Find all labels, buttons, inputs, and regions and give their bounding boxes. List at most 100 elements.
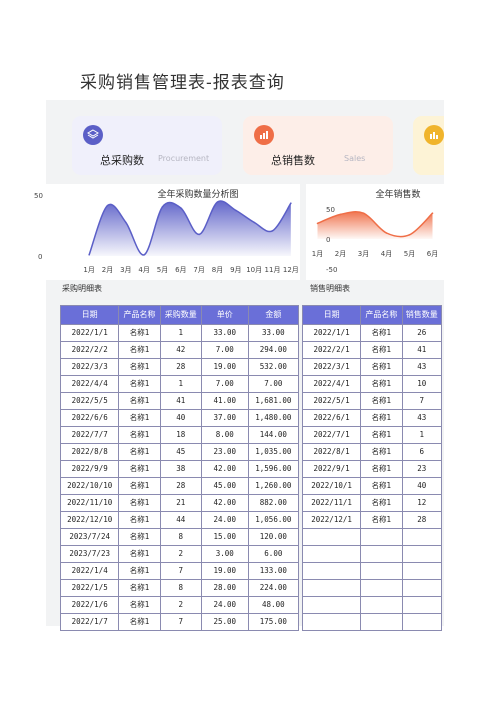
table-cell: 2022/9/1 bbox=[301, 460, 362, 478]
sales-col-header[interactable]: 产品名称 bbox=[360, 305, 403, 325]
table-row[interactable]: 2022/12/1 名称1 28 bbox=[301, 511, 442, 529]
table-cell: 名称1 bbox=[360, 358, 403, 376]
empty-row bbox=[301, 613, 442, 631]
sales-chart: 全年销售数 50 0 -50 1月 2月 3月 4月 5月 6月 bbox=[306, 184, 444, 280]
data-point bbox=[385, 232, 388, 234]
empty-row bbox=[301, 545, 442, 563]
purchase-col-header[interactable]: 单价 bbox=[200, 305, 249, 325]
card-third[interactable] bbox=[413, 116, 444, 175]
table-row[interactable]: 2022/6/6 名称1 40 37.00 1,480.00 bbox=[59, 409, 300, 427]
sales-col-header[interactable]: 日期 bbox=[301, 305, 362, 325]
table-row[interactable]: 2022/11/10 名称1 21 42.00 882.00 bbox=[59, 494, 300, 512]
empty-cell bbox=[301, 579, 362, 597]
table-cell: 名称1 bbox=[118, 409, 161, 427]
x-tick-label: 2月 bbox=[335, 250, 346, 258]
table-cell: 45.00 bbox=[200, 477, 249, 495]
table-row[interactable]: 2022/5/5 名称1 41 41.00 1,681.00 bbox=[59, 392, 300, 410]
table-cell: 37.00 bbox=[200, 409, 249, 427]
table-cell: 3.00 bbox=[200, 545, 249, 563]
table-cell: 名称1 bbox=[360, 375, 403, 393]
card-procurement[interactable]: 总采购数 Procurement bbox=[72, 116, 222, 175]
table-row[interactable]: 2022/1/1 名称1 1 33.00 33.00 bbox=[59, 324, 300, 342]
purchase-col-header[interactable]: 产品名称 bbox=[118, 305, 161, 325]
table-cell: 名称1 bbox=[118, 579, 161, 597]
table-cell: 144.00 bbox=[247, 426, 300, 444]
x-tick-label: 7月 bbox=[193, 266, 204, 274]
table-row[interactable]: 2022/1/7 名称1 7 25.00 175.00 bbox=[59, 613, 300, 631]
x-tick-label: 6月 bbox=[175, 266, 186, 274]
sales-col-header[interactable]: 销售数量 bbox=[401, 305, 442, 325]
table-cell: 名称1 bbox=[118, 392, 161, 410]
table-row[interactable]: 2023/7/24 名称1 8 15.00 120.00 bbox=[59, 528, 300, 546]
table-cell: 23 bbox=[401, 460, 442, 478]
table-row[interactable]: 2022/2/2 名称1 42 7.00 294.00 bbox=[59, 341, 300, 359]
table-cell: 224.00 bbox=[247, 579, 300, 597]
table-cell: 43 bbox=[401, 358, 442, 376]
table-cell: 24.00 bbox=[200, 511, 249, 529]
table-row[interactable]: 2022/9/1 名称1 23 bbox=[301, 460, 442, 478]
table-cell: 28 bbox=[159, 358, 202, 376]
table-row[interactable]: 2022/9/9 名称1 38 42.00 1,596.00 bbox=[59, 460, 300, 478]
empty-cell bbox=[301, 562, 362, 580]
table-cell: 45 bbox=[159, 443, 202, 461]
table-row[interactable]: 2022/3/1 名称1 43 bbox=[301, 358, 442, 376]
table-cell: 名称1 bbox=[118, 545, 161, 563]
y-tick-label: 50 bbox=[34, 192, 43, 200]
data-point bbox=[253, 221, 255, 224]
x-tick-label: 9月 bbox=[230, 266, 241, 274]
table-row[interactable]: 2022/3/3 名称1 28 19.00 532.00 bbox=[59, 358, 300, 376]
table-row[interactable]: 2023/7/23 名称1 2 3.00 6.00 bbox=[59, 545, 300, 563]
table-cell: 名称1 bbox=[118, 443, 161, 461]
purchase-table: 日期 产品名称 采购数量 单价 金额 2022/1/1 名称1 1 33.00 33.00 202… bbox=[59, 305, 300, 631]
table-cell: 21 bbox=[159, 494, 202, 512]
table-cell: 2022/1/1 bbox=[59, 324, 120, 342]
purchase-col-header[interactable]: 日期 bbox=[59, 305, 120, 325]
table-cell: 1,480.00 bbox=[247, 409, 300, 427]
table-row[interactable]: 2022/1/4 名称1 7 19.00 133.00 bbox=[59, 562, 300, 580]
table-row[interactable]: 2022/4/1 名称1 10 bbox=[301, 375, 442, 393]
table-row[interactable]: 2022/1/1 名称1 26 bbox=[301, 324, 442, 342]
table-row[interactable]: 2022/6/1 名称1 43 bbox=[301, 409, 442, 427]
table-row[interactable]: 2022/8/8 名称1 45 23.00 1,035.00 bbox=[59, 443, 300, 461]
data-point bbox=[180, 207, 182, 209]
table-row[interactable]: 2022/11/1 名称1 12 bbox=[301, 494, 442, 512]
table-cell: 6.00 bbox=[247, 545, 300, 563]
table-row[interactable]: 2022/7/7 名称1 18 8.00 144.00 bbox=[59, 426, 300, 444]
table-cell: 名称1 bbox=[118, 341, 161, 359]
table-row[interactable]: 2022/8/1 名称1 6 bbox=[301, 443, 442, 461]
table-row[interactable]: 2022/1/6 名称1 2 24.00 48.00 bbox=[59, 596, 300, 614]
x-tick-label: 8月 bbox=[212, 266, 223, 274]
table-row[interactable]: 2022/10/10 名称1 28 45.00 1,260.00 bbox=[59, 477, 300, 495]
table-cell: 26 bbox=[401, 324, 442, 342]
table-row[interactable]: 2022/4/4 名称1 1 7.00 7.00 bbox=[59, 375, 300, 393]
table-row[interactable]: 2022/2/1 名称1 41 bbox=[301, 341, 442, 359]
table-cell: 2022/2/1 bbox=[301, 341, 362, 359]
table-row[interactable]: 2022/12/10 名称1 44 24.00 1,056.00 bbox=[59, 511, 300, 529]
purchase-col-header[interactable]: 金额 bbox=[247, 305, 300, 325]
table-cell: 7.00 bbox=[200, 375, 249, 393]
table-cell: 名称1 bbox=[118, 324, 161, 342]
table-row[interactable]: 2022/10/1 名称1 40 bbox=[301, 477, 442, 495]
table-cell: 532.00 bbox=[247, 358, 300, 376]
x-tick-label: 5月 bbox=[157, 266, 168, 274]
table-row[interactable]: 2022/7/1 名称1 1 bbox=[301, 426, 442, 444]
table-cell: 15.00 bbox=[200, 528, 249, 546]
chart-title: 全年采购数量分析图 bbox=[157, 188, 238, 200]
table-cell: 2022/9/9 bbox=[59, 460, 120, 478]
empty-cell bbox=[360, 613, 403, 631]
purchase-col-header[interactable]: 采购数量 bbox=[159, 305, 202, 325]
x-tick-label: 10月 bbox=[246, 266, 262, 274]
table-cell: 2 bbox=[159, 545, 202, 563]
y-tick-label: -50 bbox=[326, 266, 337, 274]
table-row[interactable]: 2022/5/1 名称1 7 bbox=[301, 392, 442, 410]
x-tick-label: 4月 bbox=[138, 266, 149, 274]
table-cell: 2022/5/5 bbox=[59, 392, 120, 410]
table-cell: 7 bbox=[401, 392, 442, 410]
table-cell: 7.00 bbox=[200, 341, 249, 359]
table-cell: 2022/1/7 bbox=[59, 613, 120, 631]
x-tick-label: 4月 bbox=[381, 250, 392, 258]
table-cell: 2022/7/1 bbox=[301, 426, 362, 444]
x-tick-label: 3月 bbox=[120, 266, 131, 274]
card-sales[interactable]: 总销售数 Sales bbox=[243, 116, 393, 175]
table-row[interactable]: 2022/1/5 名称1 8 28.00 224.00 bbox=[59, 579, 300, 597]
